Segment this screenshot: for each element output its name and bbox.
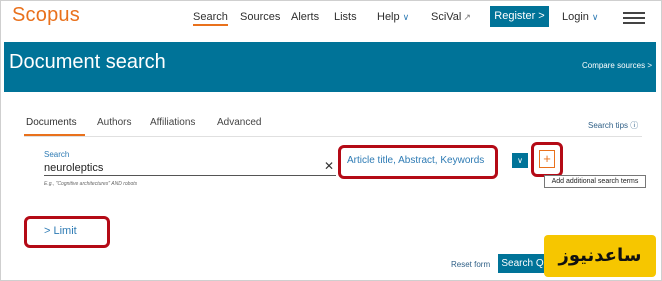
tab-affiliations[interactable]: Affiliations: [150, 117, 195, 128]
chevron-down-icon: ∨: [402, 12, 410, 22]
register-button[interactable]: Register >: [490, 6, 549, 27]
search-example-hint: E.g., "Cognitive architectures" AND robo…: [44, 181, 138, 187]
search-input[interactable]: [44, 161, 336, 176]
clear-icon[interactable]: ✕: [324, 159, 334, 173]
tab-advanced[interactable]: Advanced: [217, 117, 261, 128]
nav-sources[interactable]: Sources: [240, 11, 280, 23]
nav-login-label: Login: [562, 11, 589, 23]
tab-authors[interactable]: Authors: [97, 117, 131, 128]
compare-sources-link[interactable]: Compare sources >: [582, 61, 652, 70]
search-button[interactable]: Search Q: [498, 254, 547, 273]
reset-form-link[interactable]: Reset form: [451, 260, 490, 269]
tab-divider: [24, 136, 642, 137]
nav-alerts[interactable]: Alerts: [291, 11, 319, 23]
page-title: Document search: [9, 51, 166, 73]
add-search-field-button[interactable]: +: [539, 150, 555, 168]
chevron-down-icon: ∨: [591, 12, 599, 22]
nav-scival-label: SciVal: [431, 11, 462, 23]
limit-toggle[interactable]: > Limit: [44, 225, 77, 237]
nav-help-label: Help: [377, 11, 400, 23]
nav-search[interactable]: Search: [193, 11, 228, 26]
add-search-terms-tooltip: Add additional search terms: [544, 175, 646, 188]
nav-login[interactable]: Login ∨: [562, 11, 599, 23]
page-banner: Document search Compare sources >: [4, 42, 656, 92]
nav-help[interactable]: Help ∨: [377, 11, 409, 23]
menu-icon[interactable]: [623, 12, 645, 24]
nav-lists[interactable]: Lists: [334, 11, 357, 23]
search-label: Search: [44, 150, 70, 159]
nav-scival[interactable]: SciVal ↗: [431, 11, 471, 23]
chevron-down-icon[interactable]: ∨: [512, 153, 528, 168]
scopus-logo[interactable]: Scopus: [12, 4, 80, 27]
watermark-logo: ساعدنیوز: [544, 235, 656, 277]
tab-documents[interactable]: Documents: [26, 117, 77, 128]
search-tips-link[interactable]: Search tips ⓘ: [588, 120, 638, 131]
external-link-icon: ↗: [463, 12, 471, 22]
search-field-select[interactable]: Article title, Abstract, Keywords: [344, 152, 497, 174]
